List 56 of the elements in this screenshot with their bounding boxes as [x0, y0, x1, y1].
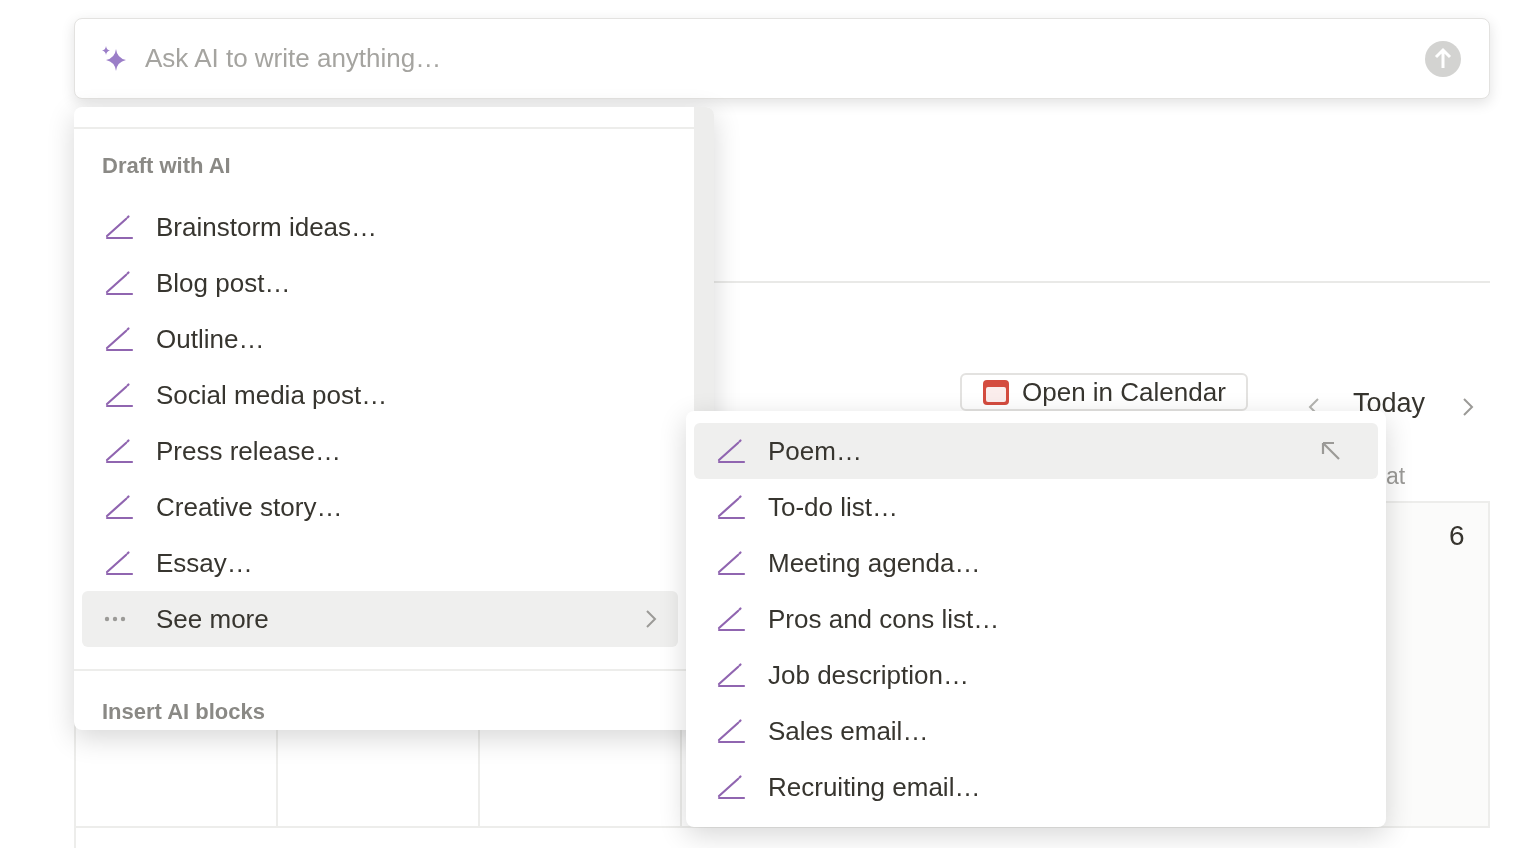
menu-item[interactable]: Meeting agenda… — [694, 535, 1378, 591]
weekday-label: at — [1386, 462, 1406, 491]
pencil-icon — [716, 662, 746, 688]
menu-item[interactable]: Recruiting email… — [694, 759, 1378, 815]
menu-item[interactable]: Press release… — [82, 423, 678, 479]
menu-item[interactable]: Sales email… — [694, 703, 1378, 759]
arrow-up-left-icon — [1320, 440, 1342, 462]
prompt-field[interactable]: Ask AI to write anything… — [74, 18, 1490, 99]
menu-item-label: Job description… — [768, 658, 970, 692]
pencil-icon — [716, 494, 746, 520]
date-number: 6 — [1449, 519, 1465, 553]
pencil-icon — [104, 326, 134, 352]
menu-item-label: Poem… — [768, 434, 863, 468]
menu-item-label: Sales email… — [768, 714, 930, 748]
menu-item[interactable]: Essay… — [82, 535, 678, 591]
section-title: Insert AI blocks — [102, 698, 266, 726]
menu-item[interactable]: See more — [82, 591, 678, 647]
menu-item-label: See more — [156, 602, 270, 636]
pencil-icon — [104, 270, 134, 296]
menu-item-label: Creative story… — [156, 490, 344, 524]
menu-item[interactable]: Job description… — [694, 647, 1378, 703]
prompt-input[interactable]: Ask AI to write anything… — [145, 39, 1409, 78]
menu-item[interactable]: Creative story… — [82, 479, 678, 535]
menu-item[interactable]: Poem… — [694, 423, 1378, 479]
pencil-icon — [104, 382, 134, 408]
chevron-right-icon[interactable] — [1460, 396, 1476, 418]
calendar-icon — [982, 378, 1010, 406]
pencil-icon — [716, 550, 746, 576]
menu-item[interactable]: Social media post… — [82, 367, 678, 423]
menu-item[interactable]: Brainstorm ideas… — [82, 199, 678, 255]
menu-item[interactable]: To-do list… — [694, 479, 1378, 535]
pencil-icon — [716, 774, 746, 800]
menu-item-label: Outline… — [156, 322, 266, 356]
menu-item-label: To-do list… — [768, 490, 900, 524]
menu-item-label: Blog post… — [156, 266, 292, 300]
pencil-icon — [104, 438, 134, 464]
menu-item-label: Brainstorm ideas… — [156, 210, 379, 244]
pencil-icon — [104, 550, 134, 576]
pencil-icon — [716, 606, 746, 632]
pencil-icon — [104, 214, 134, 240]
section-title: Draft with AI — [102, 152, 232, 180]
menu-item-label: Social media post… — [156, 378, 389, 412]
pencil-icon — [104, 494, 134, 520]
menu-item-label: Pros and cons list… — [768, 602, 1001, 636]
today-button[interactable]: Today — [1353, 390, 1426, 417]
chevron-right-icon — [644, 608, 658, 630]
menu-item[interactable]: Outline… — [82, 311, 678, 367]
pencil-icon — [716, 718, 746, 744]
ellipsis-icon — [104, 616, 126, 622]
menu-item-label: Recruiting email… — [768, 770, 982, 804]
menu-item[interactable]: Pros and cons list… — [694, 591, 1378, 647]
menu-item-label: Meeting agenda… — [768, 546, 982, 580]
menu-item[interactable]: Blog post… — [82, 255, 678, 311]
menu-item-label: Essay… — [156, 546, 254, 580]
pencil-icon — [716, 438, 746, 464]
menu-item-label: Press release… — [156, 434, 342, 468]
